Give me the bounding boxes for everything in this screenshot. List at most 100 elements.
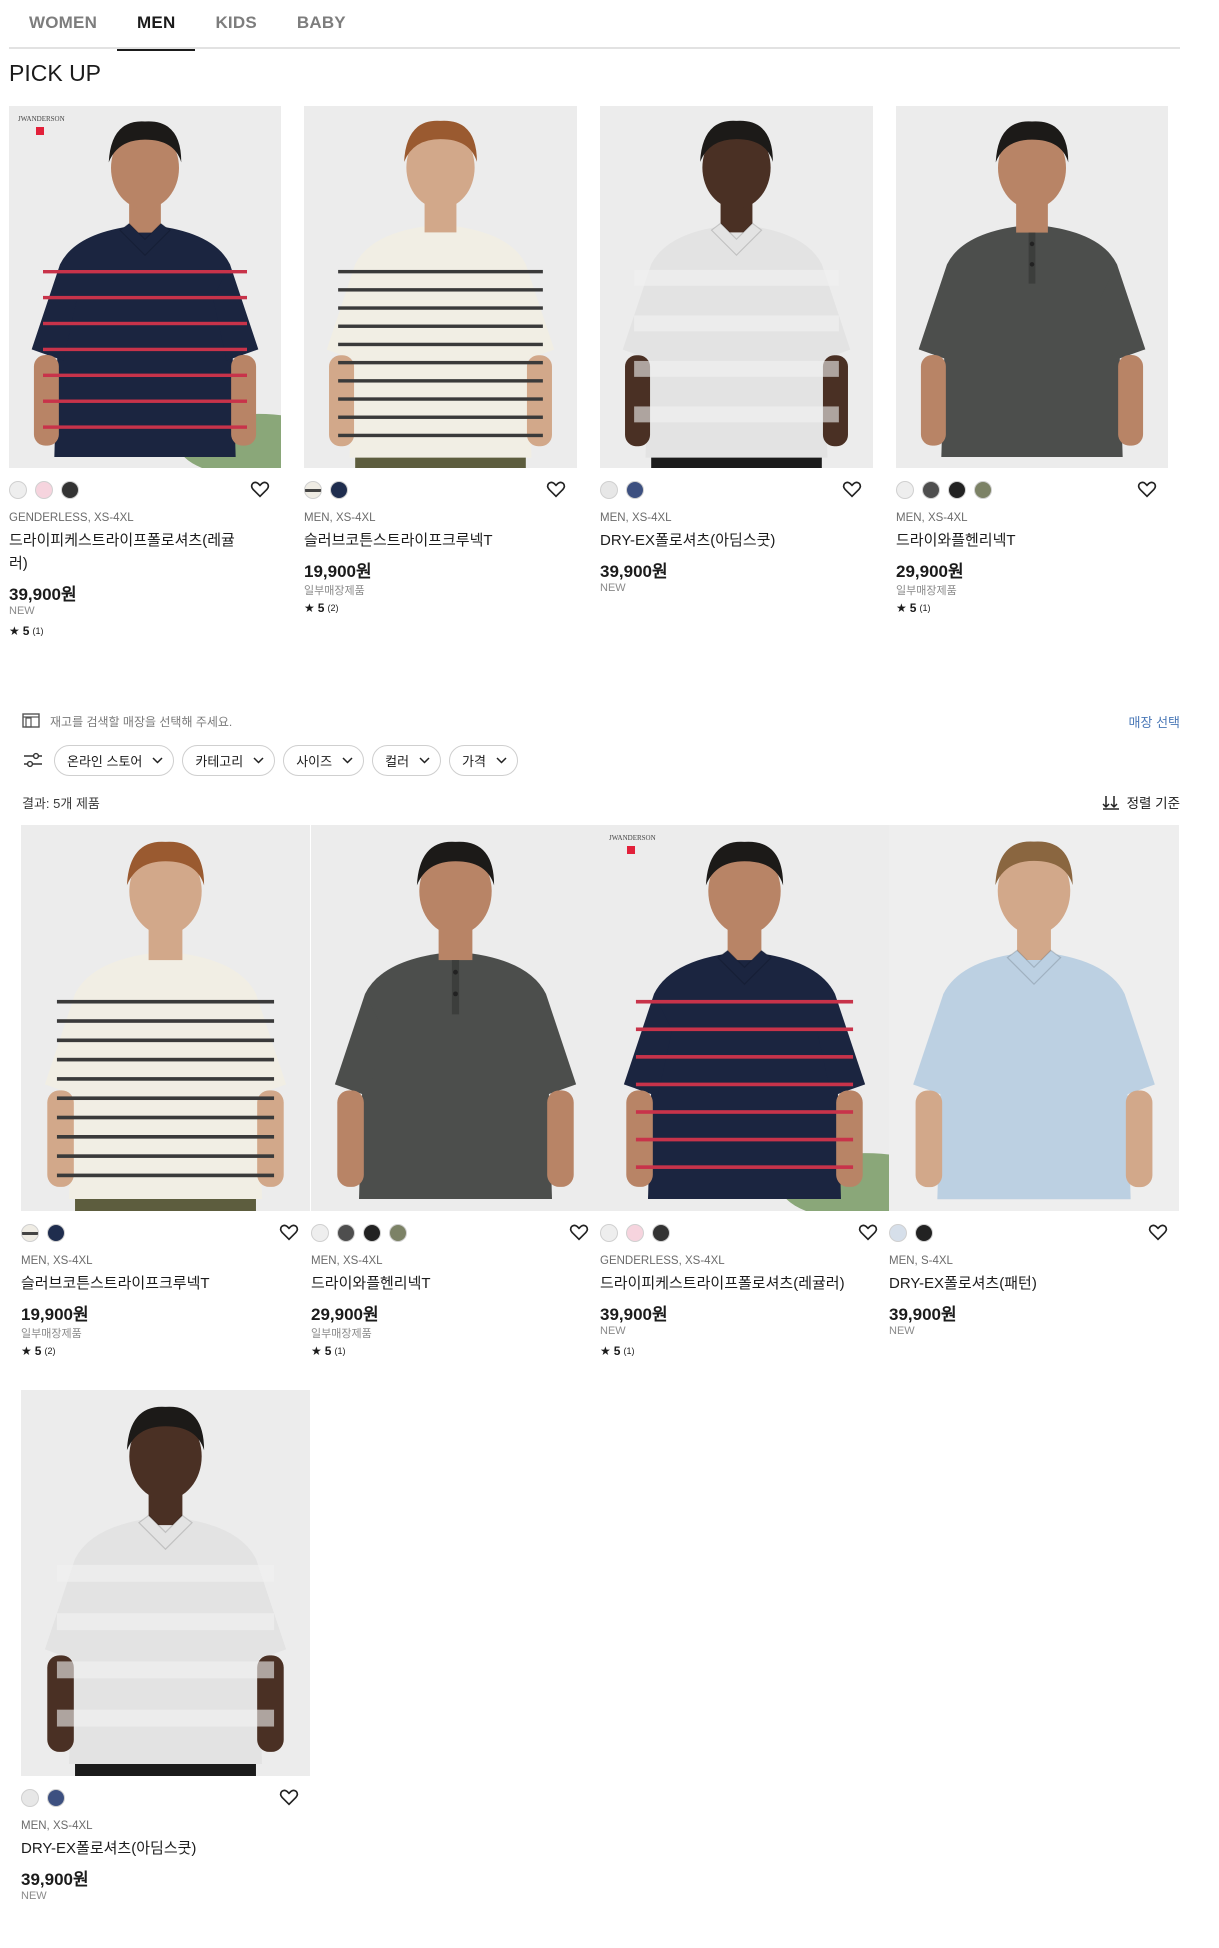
wishlist-heart-icon[interactable] (568, 1221, 590, 1243)
tab-baby[interactable]: BABY (277, 0, 366, 49)
product-image[interactable]: JWANDERSON (600, 825, 889, 1211)
color-swatch[interactable] (626, 481, 644, 499)
product-flag: NEW (9, 605, 35, 617)
product-image[interactable] (21, 825, 310, 1211)
product-flag: 일부매장제품 (896, 585, 957, 597)
product-image[interactable] (889, 825, 1179, 1211)
product-price: 39,900원 (21, 1870, 89, 1889)
tab-men[interactable]: MEN (117, 0, 196, 51)
color-swatch[interactable] (948, 481, 966, 499)
color-swatch[interactable] (21, 1224, 39, 1242)
sort-button[interactable]: 정렬 기준 (1102, 792, 1180, 812)
chevron-down-icon (342, 756, 353, 764)
filter-chip[interactable]: 온라인 스토어 (54, 744, 175, 776)
color-swatch[interactable] (35, 481, 53, 499)
filter-chip[interactable]: 컬러 (372, 744, 442, 776)
color-swatches (21, 1224, 65, 1242)
product-name[interactable]: 슬러브코튼스트라이프크루넥T (304, 529, 587, 552)
color-swatch[interactable] (600, 481, 618, 499)
wishlist-heart-icon[interactable] (857, 1221, 879, 1243)
product-name[interactable]: 드라이피케스트라이프폴로셔츠(레귤러) (9, 529, 291, 575)
color-swatch[interactable] (889, 1224, 907, 1242)
product-name[interactable]: DRY-EX폴로셔츠(아딤스쿳) (21, 1837, 320, 1860)
color-swatch[interactable] (311, 1224, 329, 1242)
star-icon: ★ (600, 1344, 611, 1358)
section-title: PICK UP (9, 60, 102, 86)
wishlist-heart-icon[interactable] (545, 478, 567, 500)
color-swatch[interactable] (61, 481, 79, 499)
star-icon: ★ (311, 1344, 322, 1358)
product-flag: NEW (600, 582, 626, 594)
product-name[interactable]: 드라이와플헨리넥T (311, 1272, 610, 1295)
product-name[interactable]: 드라이와플헨리넥T (896, 529, 1178, 552)
product-image[interactable] (311, 825, 600, 1211)
color-swatch[interactable] (330, 481, 348, 499)
product-price: 39,900원 (889, 1305, 957, 1324)
tab-kids[interactable]: KIDS (195, 0, 276, 49)
product-name[interactable]: 슬러브코튼스트라이프크루넥T (21, 1272, 320, 1295)
product-price: 39,900원 (600, 562, 668, 581)
brand-mark: JWANDERSON (609, 834, 656, 842)
product-rating: ★ 5 (1) (600, 1344, 635, 1358)
color-swatch[interactable] (304, 481, 322, 499)
filter-chip[interactable]: 사이즈 (283, 744, 365, 776)
color-swatch[interactable] (922, 481, 940, 499)
color-swatch[interactable] (915, 1224, 933, 1242)
color-swatch[interactable] (389, 1224, 407, 1242)
color-swatch[interactable] (337, 1224, 355, 1242)
product-price: 19,900원 (21, 1305, 89, 1324)
brand-logo-icon (36, 127, 44, 135)
color-swatches (311, 1224, 407, 1242)
filter-bar: 온라인 스토어 카테고리 사이즈 컬러 가격 (22, 744, 526, 776)
color-swatches (9, 481, 79, 499)
wishlist-heart-icon[interactable] (841, 478, 863, 500)
color-swatches (304, 481, 348, 499)
product-name[interactable]: DRY-EX폴로셔츠(아딤스쿳) (600, 529, 883, 552)
filter-chip[interactable]: 카테고리 (182, 744, 276, 776)
product-meta: MEN, XS-4XL (311, 1255, 383, 1267)
color-swatches (889, 1224, 933, 1242)
color-swatch[interactable] (626, 1224, 644, 1242)
color-swatch[interactable] (9, 481, 27, 499)
product-image[interactable] (304, 106, 577, 468)
wishlist-heart-icon[interactable] (1147, 1221, 1169, 1243)
color-swatch[interactable] (47, 1224, 65, 1242)
filter-chip[interactable]: 가격 (449, 744, 518, 776)
color-swatch[interactable] (21, 1789, 39, 1807)
chevron-down-icon (496, 756, 507, 764)
filter-settings-icon[interactable] (22, 751, 44, 769)
product-name[interactable]: DRY-EX폴로셔츠(패턴) (889, 1272, 1189, 1295)
star-icon: ★ (9, 624, 20, 638)
color-swatch[interactable] (896, 481, 914, 499)
color-swatch[interactable] (47, 1789, 65, 1807)
brand-mark: JWANDERSON (18, 115, 65, 123)
product-flag: NEW (889, 1325, 915, 1337)
chevron-down-icon (419, 756, 430, 764)
product-meta: GENDERLESS, XS-4XL (600, 1255, 725, 1267)
product-name[interactable]: 드라이피케스트라이프폴로셔츠(레귤러) (600, 1272, 899, 1295)
product-image[interactable] (896, 106, 1168, 468)
product-image[interactable] (600, 106, 873, 468)
store-select-link[interactable]: 매장 선택 (1129, 712, 1180, 731)
wishlist-heart-icon[interactable] (278, 1221, 300, 1243)
color-swatch[interactable] (363, 1224, 381, 1242)
store-prompt: 재고를 검색할 매장을 선택해 주세요. (50, 715, 233, 729)
wishlist-heart-icon[interactable] (249, 478, 271, 500)
product-image[interactable] (21, 1390, 310, 1776)
wishlist-heart-icon[interactable] (1136, 478, 1158, 500)
color-swatch[interactable] (974, 481, 992, 499)
brand-logo-icon (627, 846, 635, 854)
product-rating: ★ 5 (2) (21, 1344, 56, 1358)
star-icon: ★ (21, 1344, 32, 1358)
tab-women[interactable]: WOMEN (9, 0, 117, 49)
gender-tabs: WOMEN MEN KIDS BABY (9, 0, 1180, 51)
color-swatch[interactable] (652, 1224, 670, 1242)
product-flag: NEW (600, 1325, 626, 1337)
product-price: 29,900원 (896, 562, 964, 581)
color-swatch[interactable] (600, 1224, 618, 1242)
product-flag: 일부매장제품 (21, 1328, 82, 1340)
product-meta: MEN, XS-4XL (600, 512, 672, 524)
star-icon: ★ (896, 601, 907, 615)
wishlist-heart-icon[interactable] (278, 1786, 300, 1808)
product-image[interactable]: JWANDERSON (9, 106, 281, 468)
